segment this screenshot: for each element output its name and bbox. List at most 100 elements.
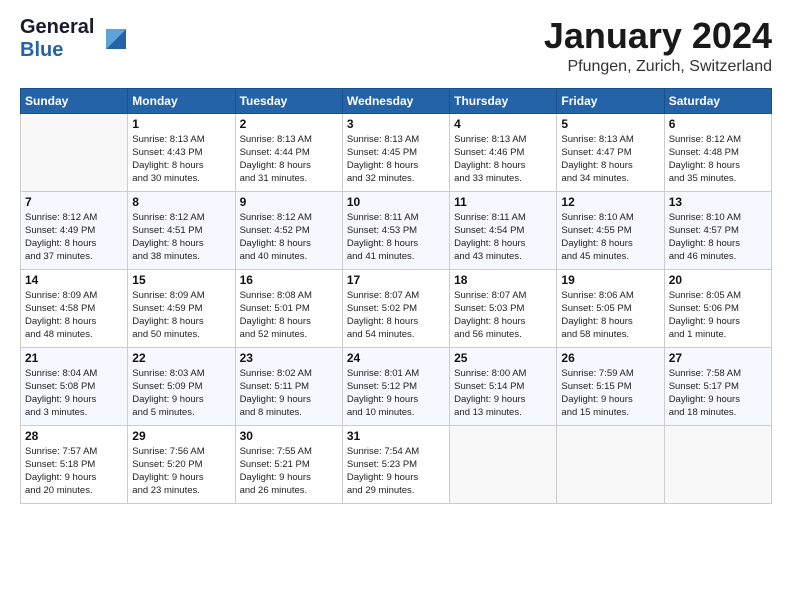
day-number: 20 <box>669 273 767 287</box>
day-cell <box>664 425 771 503</box>
day-number: 31 <box>347 429 445 443</box>
day-info: Sunrise: 8:04 AMSunset: 5:08 PMDaylight:… <box>25 367 123 420</box>
day-number: 6 <box>669 117 767 131</box>
day-info: Sunrise: 7:57 AMSunset: 5:18 PMDaylight:… <box>25 445 123 498</box>
day-cell: 22 Sunrise: 8:03 AMSunset: 5:09 PMDayligh… <box>128 347 235 425</box>
logo-general: General <box>20 16 94 39</box>
day-cell: 17Sunrise: 8:07 AMSunset: 5:02 PMDayligh… <box>342 269 449 347</box>
day-cell: 28Sunrise: 7:57 AMSunset: 5:18 PMDayligh… <box>21 425 128 503</box>
day-info: Sunrise: 8:09 AMSunset: 4:59 PMDaylight:… <box>132 289 230 342</box>
weekday-header-row: SundayMondayTuesdayWednesdayThursdayFrid… <box>21 88 772 113</box>
day-cell: 6 Sunrise: 8:12 AMSunset: 4:48 PMDaylight… <box>664 113 771 191</box>
day-info: Sunrise: 8:05 AMSunset: 5:06 PMDaylight:… <box>669 289 767 342</box>
logo-text: General Blue <box>20 16 130 62</box>
day-cell: 8 Sunrise: 8:12 AMSunset: 4:51 PMDaylight… <box>128 191 235 269</box>
weekday-monday: Monday <box>128 88 235 113</box>
title-block: January 2024 Pfungen, Zurich, Switzerlan… <box>544 16 772 76</box>
day-number: 19 <box>561 273 659 287</box>
week-row-3: 14Sunrise: 8:09 AMSunset: 4:58 PMDayligh… <box>21 269 772 347</box>
day-number: 1 <box>132 117 230 131</box>
day-cell <box>557 425 664 503</box>
day-number: 27 <box>669 351 767 365</box>
day-number: 16 <box>240 273 338 287</box>
day-info: Sunrise: 7:55 AMSunset: 5:21 PMDaylight:… <box>240 445 338 498</box>
day-number: 12 <box>561 195 659 209</box>
weekday-wednesday: Wednesday <box>342 88 449 113</box>
day-info: Sunrise: 8:13 AMSunset: 4:46 PMDaylight:… <box>454 133 552 186</box>
day-cell: 2 Sunrise: 8:13 AMSunset: 4:44 PMDaylight… <box>235 113 342 191</box>
weekday-friday: Friday <box>557 88 664 113</box>
week-row-5: 28Sunrise: 7:57 AMSunset: 5:18 PMDayligh… <box>21 425 772 503</box>
day-number: 11 <box>454 195 552 209</box>
day-info: Sunrise: 8:00 AMSunset: 5:14 PMDaylight:… <box>454 367 552 420</box>
day-number: 15 <box>132 273 230 287</box>
day-cell: 26 Sunrise: 7:59 AMSunset: 5:15 PMDayligh… <box>557 347 664 425</box>
location: Pfungen, Zurich, Switzerland <box>544 58 772 76</box>
day-number: 2 <box>240 117 338 131</box>
day-cell: 12 Sunrise: 8:10 AMSunset: 4:55 PMDayligh… <box>557 191 664 269</box>
day-info: Sunrise: 8:12 AMSunset: 4:49 PMDaylight:… <box>25 211 123 264</box>
week-row-2: 7 Sunrise: 8:12 AMSunset: 4:49 PMDaylight… <box>21 191 772 269</box>
week-row-1: 1Sunrise: 8:13 AMSunset: 4:43 PMDaylight… <box>21 113 772 191</box>
day-info: Sunrise: 8:07 AMSunset: 5:02 PMDaylight:… <box>347 289 445 342</box>
day-info: Sunrise: 8:09 AMSunset: 4:58 PMDaylight:… <box>25 289 123 342</box>
day-cell: 4 Sunrise: 8:13 AMSunset: 4:46 PMDaylight… <box>450 113 557 191</box>
day-cell: 5 Sunrise: 8:13 AMSunset: 4:47 PMDaylight… <box>557 113 664 191</box>
logo-blue: Blue <box>20 39 94 62</box>
day-number: 7 <box>25 195 123 209</box>
day-info: Sunrise: 8:12 AMSunset: 4:48 PMDaylight:… <box>669 133 767 186</box>
day-info: Sunrise: 8:08 AMSunset: 5:01 PMDaylight:… <box>240 289 338 342</box>
day-cell: 7 Sunrise: 8:12 AMSunset: 4:49 PMDaylight… <box>21 191 128 269</box>
day-info: Sunrise: 8:07 AMSunset: 5:03 PMDaylight:… <box>454 289 552 342</box>
day-cell: 13Sunrise: 8:10 AMSunset: 4:57 PMDayligh… <box>664 191 771 269</box>
day-info: Sunrise: 7:58 AMSunset: 5:17 PMDaylight:… <box>669 367 767 420</box>
day-cell: 31 Sunrise: 7:54 AMSunset: 5:23 PMDayligh… <box>342 425 449 503</box>
day-info: Sunrise: 8:10 AMSunset: 4:55 PMDaylight:… <box>561 211 659 264</box>
day-cell: 19 Sunrise: 8:06 AMSunset: 5:05 PMDayligh… <box>557 269 664 347</box>
day-number: 21 <box>25 351 123 365</box>
day-number: 13 <box>669 195 767 209</box>
day-number: 23 <box>240 351 338 365</box>
day-cell: 20 Sunrise: 8:05 AMSunset: 5:06 PMDayligh… <box>664 269 771 347</box>
day-cell: 11 Sunrise: 8:11 AMSunset: 4:54 PMDayligh… <box>450 191 557 269</box>
day-info: Sunrise: 8:13 AMSunset: 4:44 PMDaylight:… <box>240 133 338 186</box>
day-number: 26 <box>561 351 659 365</box>
day-cell: 14Sunrise: 8:09 AMSunset: 4:58 PMDayligh… <box>21 269 128 347</box>
logo: General Blue <box>20 16 130 62</box>
day-info: Sunrise: 8:06 AMSunset: 5:05 PMDaylight:… <box>561 289 659 342</box>
day-number: 5 <box>561 117 659 131</box>
weekday-saturday: Saturday <box>664 88 771 113</box>
logo-icon <box>98 21 130 58</box>
day-cell: 10 Sunrise: 8:11 AMSunset: 4:53 PMDayligh… <box>342 191 449 269</box>
weekday-sunday: Sunday <box>21 88 128 113</box>
week-row-4: 21 Sunrise: 8:04 AMSunset: 5:08 PMDayligh… <box>21 347 772 425</box>
day-number: 4 <box>454 117 552 131</box>
day-cell: 23 Sunrise: 8:02 AMSunset: 5:11 PMDayligh… <box>235 347 342 425</box>
day-cell <box>450 425 557 503</box>
day-info: Sunrise: 8:12 AMSunset: 4:52 PMDaylight:… <box>240 211 338 264</box>
day-number: 18 <box>454 273 552 287</box>
day-number: 3 <box>347 117 445 131</box>
day-cell: 27 Sunrise: 7:58 AMSunset: 5:17 PMDayligh… <box>664 347 771 425</box>
day-number: 9 <box>240 195 338 209</box>
day-cell: 30Sunrise: 7:55 AMSunset: 5:21 PMDayligh… <box>235 425 342 503</box>
day-number: 8 <box>132 195 230 209</box>
day-info: Sunrise: 8:01 AMSunset: 5:12 PMDaylight:… <box>347 367 445 420</box>
day-cell: 16 Sunrise: 8:08 AMSunset: 5:01 PMDayligh… <box>235 269 342 347</box>
day-info: Sunrise: 8:02 AMSunset: 5:11 PMDaylight:… <box>240 367 338 420</box>
day-info: Sunrise: 7:54 AMSunset: 5:23 PMDaylight:… <box>347 445 445 498</box>
day-cell: 29Sunrise: 7:56 AMSunset: 5:20 PMDayligh… <box>128 425 235 503</box>
day-info: Sunrise: 8:12 AMSunset: 4:51 PMDaylight:… <box>132 211 230 264</box>
day-info: Sunrise: 8:11 AMSunset: 4:54 PMDaylight:… <box>454 211 552 264</box>
day-cell: 24Sunrise: 8:01 AMSunset: 5:12 PMDayligh… <box>342 347 449 425</box>
day-info: Sunrise: 8:11 AMSunset: 4:53 PMDaylight:… <box>347 211 445 264</box>
day-info: Sunrise: 8:13 AMSunset: 4:47 PMDaylight:… <box>561 133 659 186</box>
day-info: Sunrise: 8:03 AMSunset: 5:09 PMDaylight:… <box>132 367 230 420</box>
day-number: 22 <box>132 351 230 365</box>
day-number: 29 <box>132 429 230 443</box>
day-cell: 21 Sunrise: 8:04 AMSunset: 5:08 PMDayligh… <box>21 347 128 425</box>
day-info: Sunrise: 7:59 AMSunset: 5:15 PMDaylight:… <box>561 367 659 420</box>
day-cell <box>21 113 128 191</box>
day-number: 10 <box>347 195 445 209</box>
weekday-thursday: Thursday <box>450 88 557 113</box>
